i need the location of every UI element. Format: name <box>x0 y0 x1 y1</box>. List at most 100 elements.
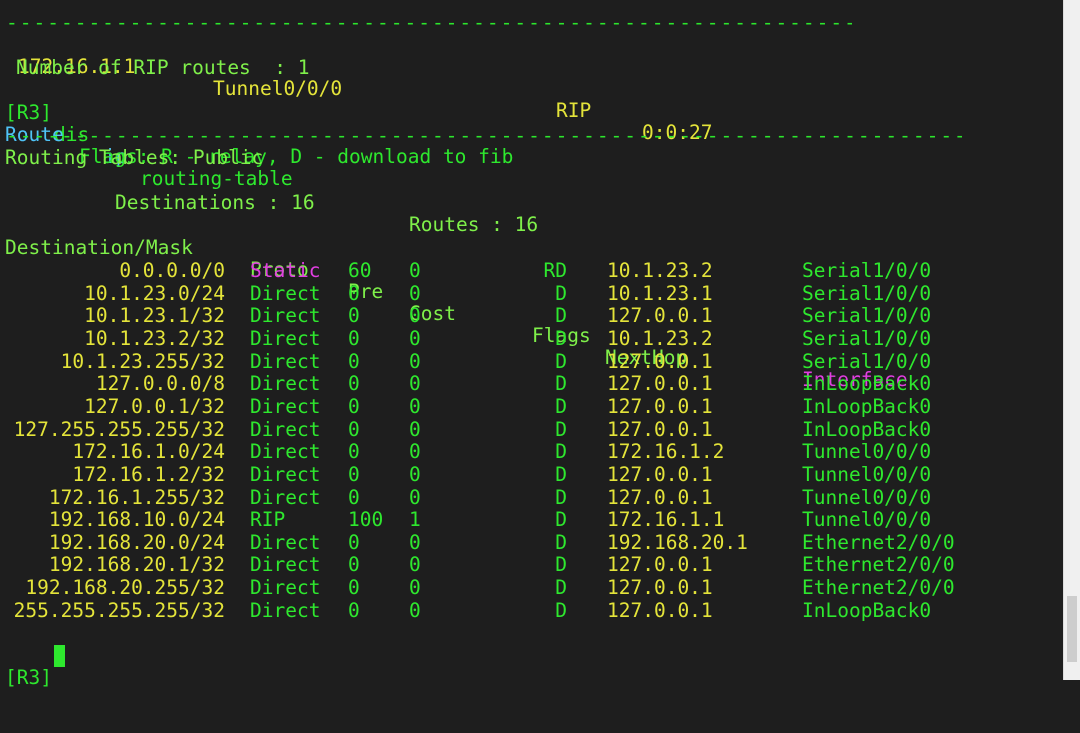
route-pre: 0 <box>348 417 360 441</box>
routes-count: Routes : 16 <box>409 213 539 236</box>
route-destination: 192.168.20.255/32 <box>25 576 225 600</box>
route-proto: Direct <box>250 326 321 350</box>
rip-route-line: 172.16.1.1 Tunnel0/0/0 RIP 0:0:27 <box>0 34 712 144</box>
destinations-count: Destinations : 16 <box>115 191 315 214</box>
table-row: 172.16.1.2/32 Direct 0 0 D 127.0.0.1 Tunnel0/0… <box>0 462 1064 486</box>
table-row: 127.0.0.0/8 Direct 0 0 D 127.0.0.1 InLoopBack0 <box>0 373 1064 395</box>
table-row: 172.16.1.0/24 Direct 0 0 D 172.16.1.2 Tunnel0/… <box>0 441 1064 463</box>
route-nexthop: 127.0.0.1 <box>607 576 713 600</box>
route-nexthop: 172.16.1.2 <box>607 440 725 464</box>
route-pre: 0 <box>348 576 360 600</box>
route-interface: Tunnel0/0/0 <box>802 462 932 486</box>
route-pre: 0 <box>348 394 360 418</box>
route-nexthop: 10.1.23.2 <box>607 259 713 282</box>
route-interface: InLoopBack0 <box>802 417 932 441</box>
route-interface: Ethernet2/0/0 <box>802 576 955 600</box>
routing-tables-title: Routing Tables: Public <box>5 146 264 169</box>
route-destination: 127.255.255.255/32 <box>13 417 225 441</box>
route-flags: D <box>555 281 567 305</box>
command-line: [R3] dis ip routing-table <box>0 80 293 190</box>
route-destination: 0.0.0.0/0 <box>119 259 225 282</box>
route-proto: Direct <box>250 462 321 486</box>
route-destination: 172.16.1.2/32 <box>72 462 225 486</box>
route-cost: 0 <box>409 485 421 509</box>
route-cost: 0 <box>409 349 421 373</box>
route-flags: D <box>555 440 567 464</box>
route-pre: 0 <box>348 304 360 328</box>
route-proto: Direct <box>250 530 321 554</box>
route-nexthop: 127.0.0.1 <box>607 372 713 396</box>
route-cost: 0 <box>409 281 421 305</box>
route-cost: 0 <box>409 462 421 486</box>
route-pre: 0 <box>348 372 360 396</box>
route-cost: 0 <box>409 259 421 282</box>
route-proto: Static <box>250 259 321 282</box>
route-pre: 0 <box>348 326 360 350</box>
route-destination: 192.168.20.0/24 <box>48 530 225 554</box>
text-cursor <box>54 645 65 667</box>
route-flags: D <box>555 326 567 350</box>
route-proto: Direct <box>250 281 321 305</box>
route-proto: Direct <box>250 372 321 396</box>
scrollbar-thumb[interactable] <box>1067 596 1077 662</box>
separator-line: ----------------------------------------… <box>6 12 852 34</box>
route-interface: Serial1/0/0 <box>802 349 932 373</box>
route-nexthop: 127.0.0.1 <box>607 417 713 441</box>
route-cost: 0 <box>409 530 421 554</box>
route-interface: InLoopBack0 <box>802 394 932 418</box>
route-flags: D <box>555 304 567 328</box>
route-flags: D <box>555 576 567 600</box>
route-proto: Direct <box>250 417 321 441</box>
route-interface: Serial1/0/0 <box>802 304 932 328</box>
route-pre: 0 <box>348 598 360 622</box>
route-pre: 0 <box>348 281 360 305</box>
route-interface: Ethernet2/0/0 <box>802 553 955 577</box>
final-prompt-line[interactable]: [R3] <box>0 645 65 689</box>
route-nexthop: 127.0.0.1 <box>607 349 713 373</box>
route-nexthop: 127.0.0.1 <box>607 304 713 328</box>
route-cost: 0 <box>409 598 421 622</box>
table-row: 172.16.1.255/32 Direct 0 0 D 127.0.0.1 Tunnel0… <box>0 485 1064 509</box>
route-pre: 100 <box>348 508 384 532</box>
route-nexthop: 127.0.0.1 <box>607 485 713 509</box>
route-destination: 127.0.0.0/8 <box>95 372 225 396</box>
route-cost: 0 <box>409 417 421 441</box>
route-nexthop: 192.168.20.1 <box>607 530 748 554</box>
rip-count-line: Number of RIP routes : 1 <box>16 56 310 79</box>
command-args: routing-table <box>140 167 293 190</box>
route-cost: 0 <box>409 304 421 328</box>
route-flags: D <box>555 485 567 509</box>
route-proto: Direct <box>250 598 321 622</box>
rip-route-protocol: RIP <box>556 99 592 122</box>
route-pre: 0 <box>348 462 360 486</box>
header-destination: Destination/Mask <box>5 236 193 259</box>
route-flags: D <box>555 553 567 577</box>
route-interface: Ethernet2/0/0 <box>802 530 955 554</box>
route-interface: Tunnel0/0/0 <box>802 508 932 532</box>
route-flags: RD <box>543 259 567 282</box>
route-destination: 127.0.0.1/32 <box>84 394 225 418</box>
route-nexthop: 10.1.23.1 <box>607 281 713 305</box>
route-proto: Direct <box>250 349 321 373</box>
route-proto: Direct <box>250 485 321 509</box>
vertical-scrollbar[interactable] <box>1063 0 1080 680</box>
table-row: 192.168.20.255/32 Direct 0 0 D 127.0.0.1 Ether… <box>0 577 1064 599</box>
route-nexthop: 10.1.23.2 <box>607 326 713 350</box>
table-row: 192.168.10.0/24 RIP 100 1 D 172.16.1.1 Tunnel0… <box>0 509 1064 531</box>
table-row: 10.1.23.255/32 Direct 0 0 D 127.0.0.1 Serial1/… <box>0 349 1064 373</box>
route-flags: D <box>555 462 567 486</box>
route-interface: Serial1/0/0 <box>802 281 932 305</box>
terminal-window[interactable]: ----------------------------------------… <box>0 0 1064 689</box>
route-proto: Direct <box>250 440 321 464</box>
table-row: 10.1.23.0/24 Direct 0 0 D 10.1.23.1 Serial1/0/… <box>0 281 1064 305</box>
route-flags: D <box>555 349 567 373</box>
rip-route-interface: Tunnel0/0/0 <box>213 77 343 100</box>
route-flags: D <box>555 394 567 418</box>
route-nexthop: 127.0.0.1 <box>607 553 713 577</box>
table-summary-line: Destinations : 16 Routes : 16 <box>0 170 538 236</box>
route-proto: Direct <box>250 576 321 600</box>
route-cost: 0 <box>409 576 421 600</box>
route-flags: D <box>555 372 567 396</box>
route-destination: 192.168.20.1/32 <box>48 553 225 577</box>
table-row: 0.0.0.0/0 Static 60 0 RD 10.1.23.2 Serial1/0/0 <box>0 260 1064 282</box>
